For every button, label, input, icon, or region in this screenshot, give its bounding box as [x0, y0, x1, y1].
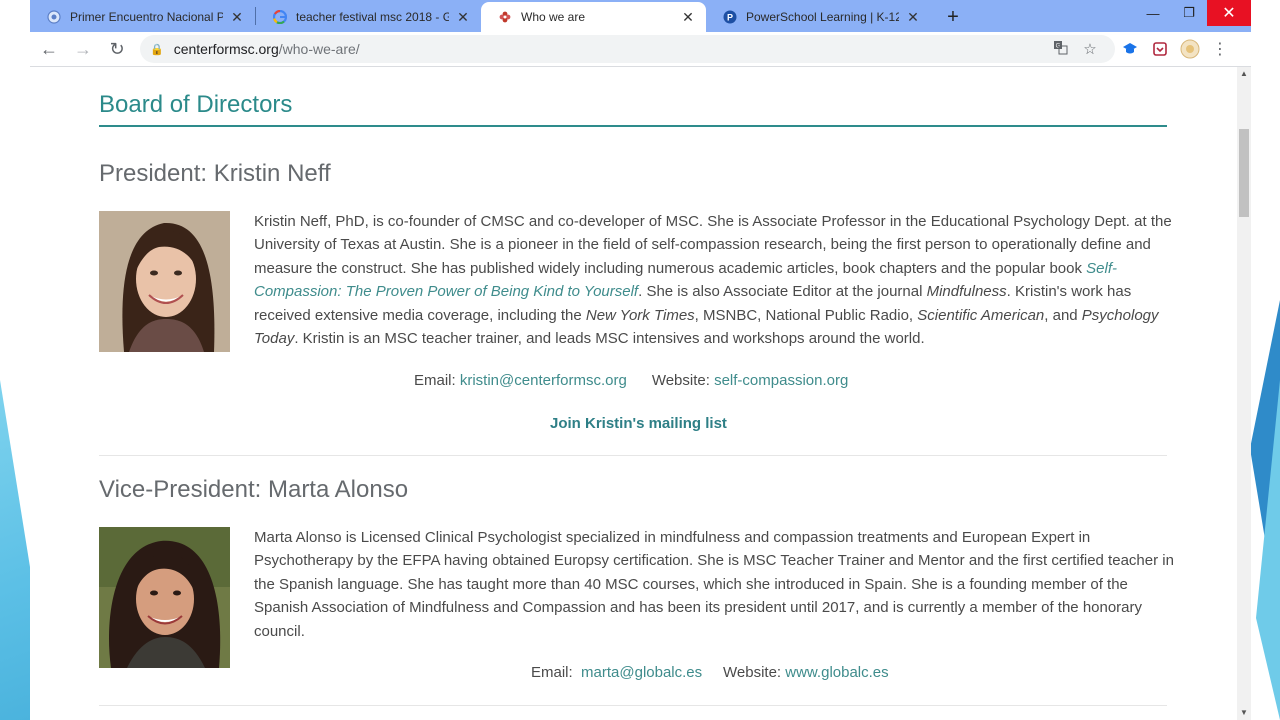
back-button[interactable]: ←	[34, 34, 64, 64]
email-link[interactable]: marta@globalc.es	[581, 664, 702, 681]
website-label: Website:	[723, 664, 782, 681]
browser-toolbar: ← → ↻ 🔒 centerformsc.org/who-we-are/ G ☆…	[30, 32, 1251, 67]
section-title: Board of Directors	[99, 91, 1167, 127]
right-decorative-accent	[1250, 0, 1280, 720]
media-name: Scientific American	[917, 306, 1045, 324]
email-label: Email:	[414, 372, 456, 389]
kristin-photo	[99, 211, 230, 352]
page-content: Board of Directors President: Kristin Ne…	[30, 67, 1237, 720]
tab-title: teacher festival msc 2018 - Goog	[296, 10, 449, 24]
tab-teacher-festival[interactable]: teacher festival msc 2018 - Goog ✕	[256, 2, 481, 32]
marta-photo	[99, 527, 230, 668]
tab-primer-encuentro[interactable]: Primer Encuentro Nacional Profe ✕	[30, 2, 255, 32]
tab-title: Who we are	[521, 10, 586, 24]
tab-title: PowerSchool Learning | K-12 Dig	[746, 10, 899, 24]
minimize-button[interactable]: —	[1135, 0, 1171, 26]
mailing-list-link[interactable]: Join Kristin's mailing list	[550, 415, 727, 432]
extension-icon[interactable]	[1115, 34, 1145, 64]
scroll-up-icon[interactable]: ▲	[1237, 67, 1251, 81]
bio-text: Kristin Neff, PhD, is co-founder of CMSC…	[254, 213, 1172, 277]
restore-button[interactable]: ❐	[1171, 0, 1207, 26]
kristin-bio: Kristin Neff, PhD, is co-founder of CMSC…	[254, 210, 1174, 350]
powerschool-icon: P	[722, 9, 738, 25]
tab-strip: Primer Encuentro Nacional Profe ✕ teache…	[30, 0, 1251, 32]
scroll-down-icon[interactable]: ▼	[1237, 706, 1251, 720]
close-icon[interactable]: ✕	[905, 9, 921, 26]
scroll-thumb[interactable]	[1239, 129, 1249, 217]
browser-window: Primer Encuentro Nacional Profe ✕ teache…	[30, 0, 1251, 720]
marta-bio: Marta Alonso is Licensed Clinical Psycho…	[254, 529, 1174, 640]
close-icon[interactable]: ✕	[455, 9, 471, 26]
website-link[interactable]: self-compassion.org	[714, 372, 848, 389]
google-icon	[272, 9, 288, 25]
menu-icon[interactable]: ⋮	[1205, 34, 1235, 64]
vice-president-heading: Vice-President: Marta Alonso	[99, 476, 409, 503]
bio-text: . She is also Associate Editor at the jo…	[638, 283, 927, 301]
forward-button[interactable]: →	[68, 34, 98, 64]
bio-text: , MSNBC, National Public Radio,	[694, 306, 918, 324]
flower-icon	[497, 9, 513, 25]
tab-powerschool[interactable]: P PowerSchool Learning | K-12 Dig ✕	[706, 2, 931, 32]
website-label: Website:	[651, 372, 710, 389]
profile-avatar[interactable]	[1175, 34, 1205, 64]
marta-contact: Email: marta@globalc.es Website: www.glo…	[531, 664, 889, 681]
bookmark-star-icon[interactable]: ☆	[1075, 40, 1105, 58]
tab-who-we-are[interactable]: Who we are ✕	[481, 2, 706, 32]
divider	[99, 455, 1167, 456]
svg-text:P: P	[727, 13, 733, 23]
tab-title: Primer Encuentro Nacional Profe	[70, 10, 223, 24]
media-name: New York Times	[585, 306, 695, 324]
pocket-icon[interactable]	[1145, 34, 1175, 64]
bio-text: . Kristin is an MSC teacher trainer, and…	[294, 330, 925, 348]
president-heading: President: Kristin Neff	[99, 160, 331, 187]
translate-icon[interactable]: G	[1045, 40, 1075, 59]
divider	[99, 705, 1167, 706]
close-icon[interactable]: ✕	[229, 9, 245, 26]
close-window-button[interactable]: ✕	[1207, 0, 1251, 26]
email-label: Email:	[531, 664, 573, 681]
new-tab-button[interactable]: +	[939, 2, 967, 32]
journal-name: Mindfulness	[926, 283, 1007, 301]
bio-text: , and	[1044, 306, 1082, 324]
window-controls: — ❐ ✕	[1135, 0, 1251, 30]
kristin-contact: Email: kristin@centerformsc.org Website:…	[414, 372, 848, 389]
email-link[interactable]: kristin@centerformsc.org	[460, 372, 627, 389]
url-host: centerformsc.org	[173, 41, 279, 57]
url-path: /who-we-are/	[278, 41, 360, 57]
page-scrollbar[interactable]: ▲ ▼	[1237, 67, 1251, 720]
close-icon[interactable]: ✕	[680, 9, 696, 26]
lock-icon: 🔒	[150, 43, 164, 56]
website-link[interactable]: www.globalc.es	[785, 664, 888, 681]
globe-icon	[46, 9, 62, 25]
reload-button[interactable]: ↻	[102, 34, 132, 64]
address-bar[interactable]: 🔒 centerformsc.org/who-we-are/ G ☆	[140, 35, 1115, 63]
